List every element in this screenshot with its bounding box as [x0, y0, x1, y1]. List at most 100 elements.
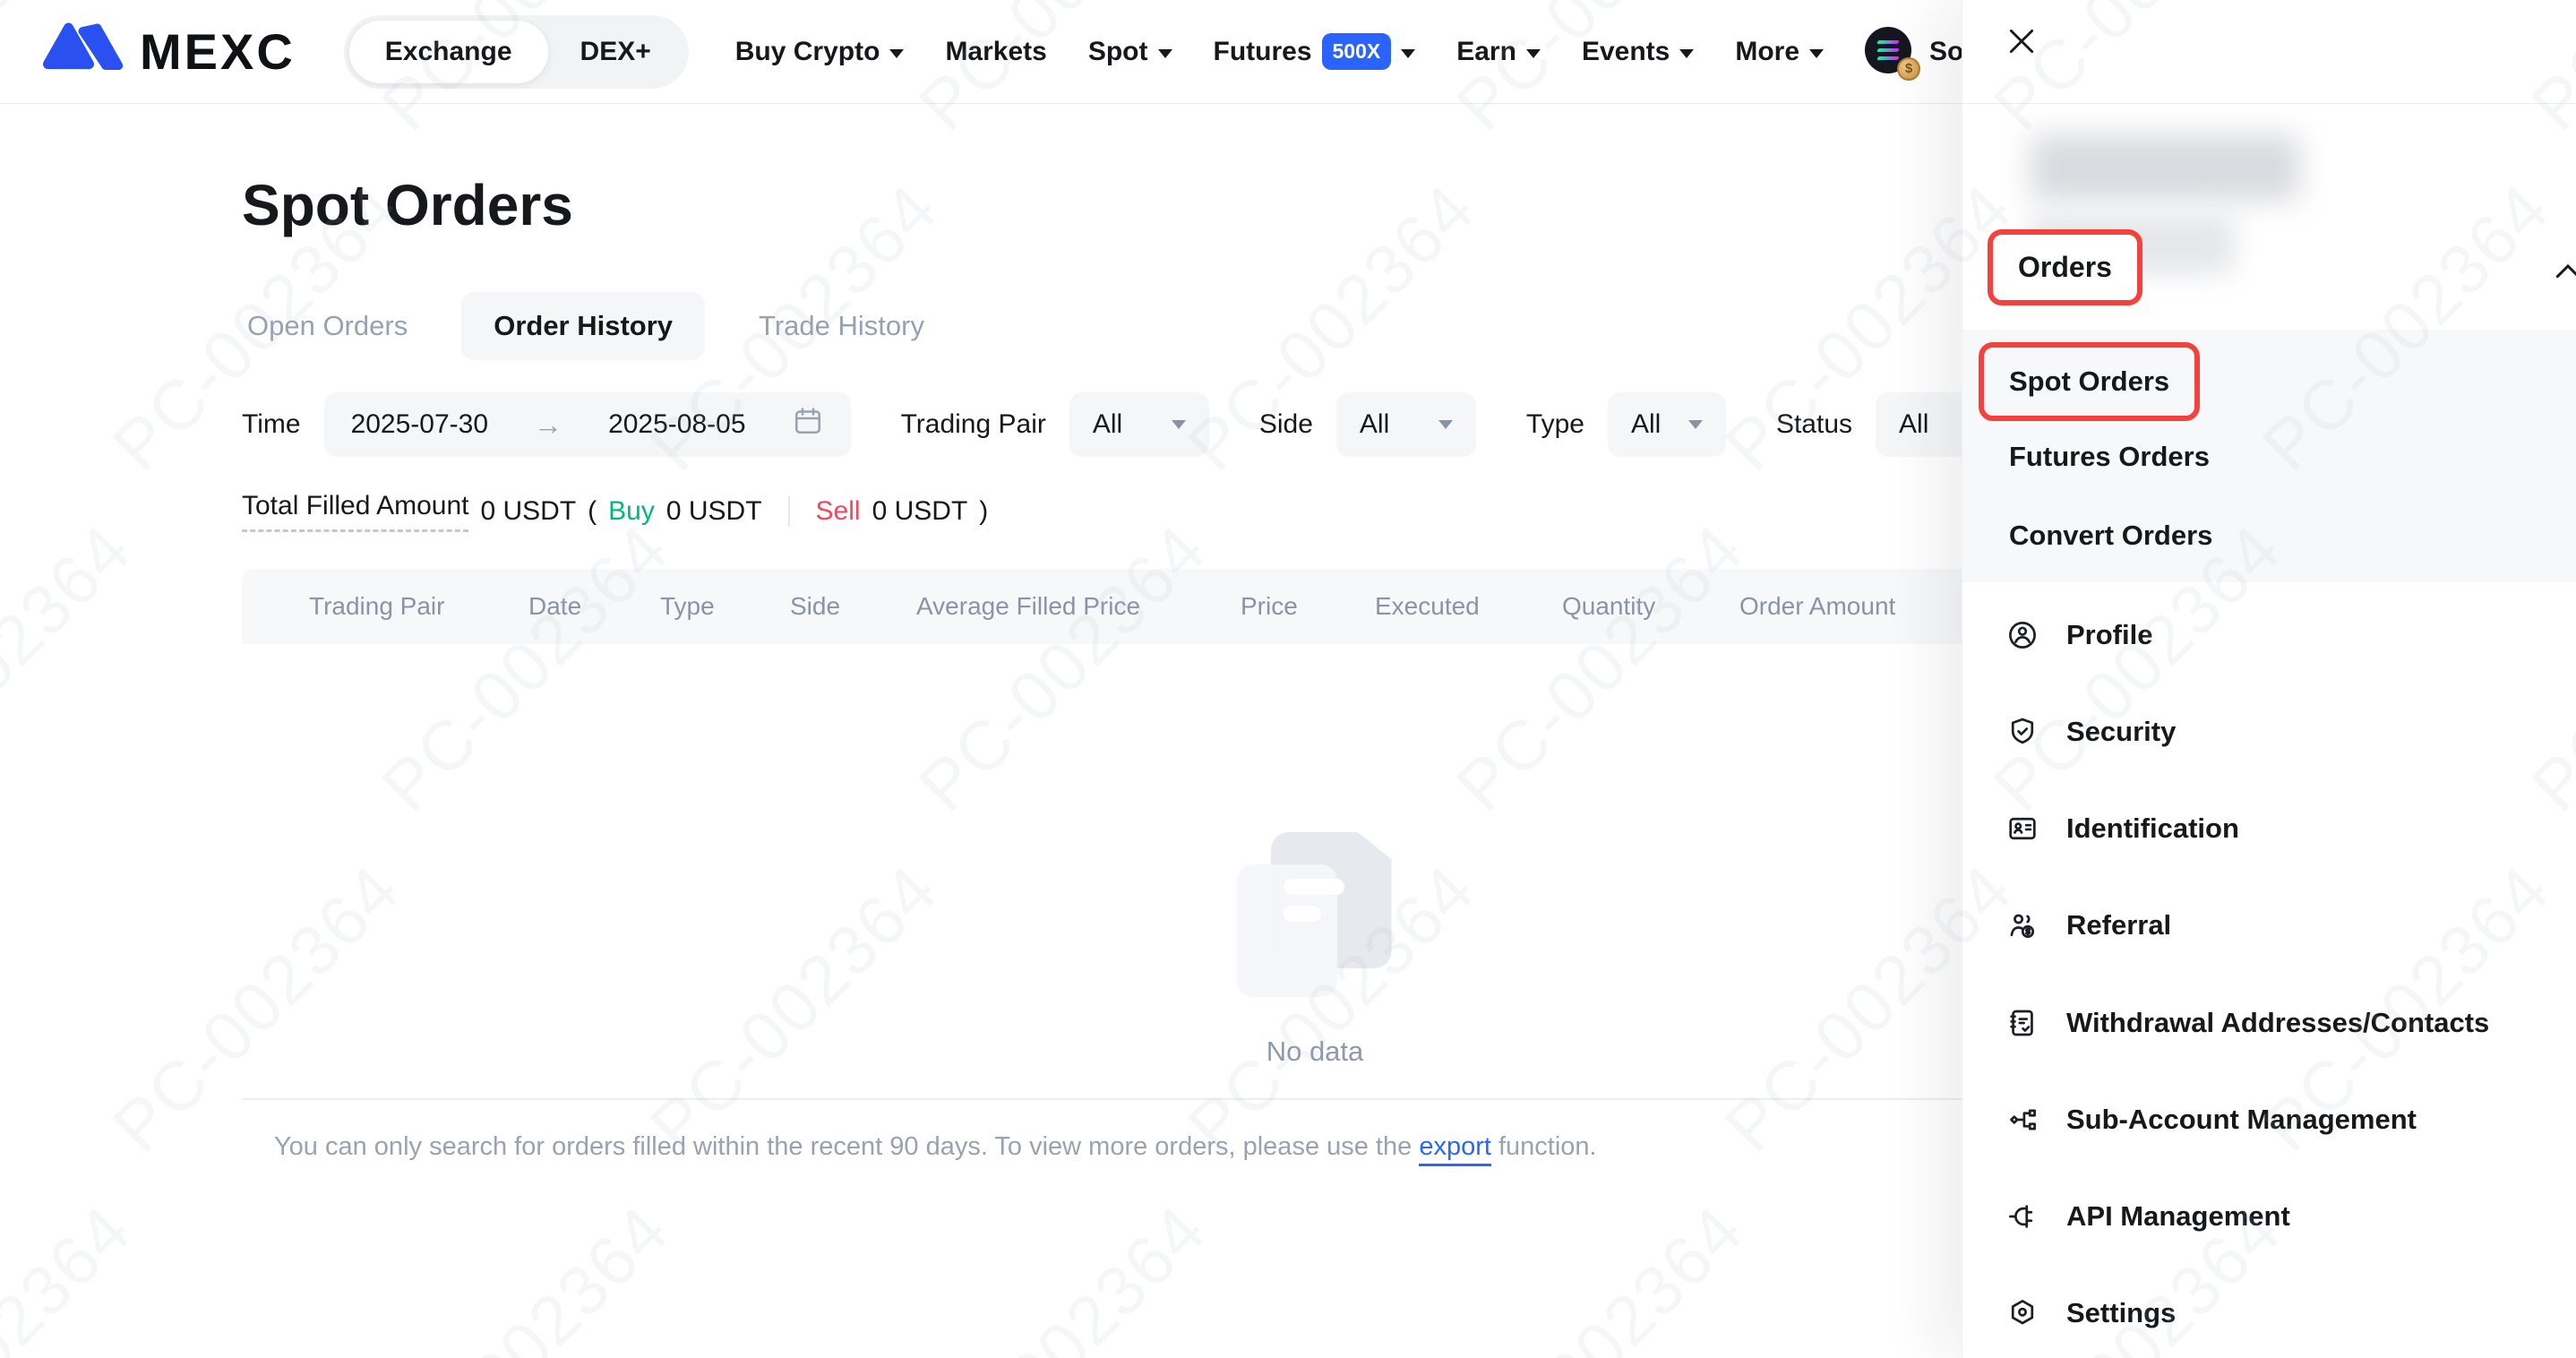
mexc-logo-text: MEXC [140, 22, 296, 81]
caret-down-icon [889, 49, 904, 58]
drawer-item-label: API Management [2066, 1200, 2290, 1233]
caret-down-icon [1401, 49, 1415, 58]
nav-item-events[interactable]: Events [1582, 37, 1694, 67]
trading-pair-select[interactable]: All [1069, 392, 1209, 457]
nav-item-buy-crypto[interactable]: Buy Crypto [735, 37, 905, 67]
type-value: All [1631, 409, 1661, 440]
nav-menu: Buy Crypto Markets Spot Futures 500X Ear… [735, 33, 1824, 70]
drawer-item-label: Settings [2066, 1297, 2176, 1329]
tab-open-orders[interactable]: Open Orders [242, 292, 413, 360]
nav-item-label: Futures [1214, 37, 1312, 67]
caret-down-icon [1438, 420, 1453, 429]
export-link[interactable]: export [1419, 1132, 1491, 1166]
caret-down-icon [1679, 49, 1694, 58]
calendar-icon [792, 405, 824, 444]
account-drawer: Orders Spot Orders Futures Orders Conver… [1962, 0, 2576, 1358]
profile-icon [2005, 618, 2039, 652]
drawer-item-referral[interactable]: Referral [2005, 908, 2171, 942]
nav-item-label: Spot [1088, 37, 1148, 67]
col-order-amount: Order Amount [1739, 569, 1895, 644]
date-from-value[interactable]: 2025-07-30 [351, 409, 488, 440]
nav-item-more[interactable]: More [1735, 37, 1824, 67]
close-paren: ) [979, 496, 988, 527]
type-select[interactable]: All [1608, 392, 1726, 457]
api-plug-icon [2005, 1199, 2039, 1233]
settings-gear-icon [2005, 1296, 2039, 1330]
toggle-exchange[interactable]: Exchange [349, 21, 548, 83]
col-average-filled-price: Average Filled Price [916, 569, 1140, 644]
shield-check-icon [2005, 715, 2039, 749]
date-to-value[interactable]: 2025-08-05 [608, 409, 745, 440]
filters-row: Time 2025-07-30 → 2025-08-05 Trading Pai… [242, 392, 2069, 457]
caret-down-icon [1158, 49, 1172, 58]
chevron-up-icon[interactable] [2550, 253, 2576, 293]
caret-down-icon [1526, 49, 1541, 58]
order-tabs: Open Orders Order History Trade History [242, 292, 930, 360]
total-filled-amount-label: Total Filled Amount [242, 491, 468, 532]
exchange-dex-toggle: Exchange DEX+ [344, 15, 689, 89]
col-executed: Executed [1375, 569, 1480, 644]
nav-item-label: More [1735, 37, 1799, 67]
nav-item-spot[interactable]: Spot [1088, 37, 1172, 67]
tab-trade-history[interactable]: Trade History [753, 292, 930, 360]
date-range-picker[interactable]: 2025-07-30 → 2025-08-05 [324, 392, 851, 457]
drawer-item-label: Sub-Account Management [2066, 1104, 2417, 1136]
coin-icon: $ [1897, 57, 1920, 81]
nav-item-label: Events [1582, 37, 1670, 67]
no-data-icon [1237, 832, 1394, 998]
submenu-futures-orders[interactable]: Futures Orders [2009, 441, 2210, 473]
drawer-item-identification[interactable]: Identification [2005, 812, 2239, 846]
blurred-user-info [2031, 134, 2299, 201]
leverage-badge: 500X [1322, 33, 1392, 70]
total-filled-amount-value: 0 USDT [480, 496, 576, 527]
orders-section-annotated[interactable]: Orders [1988, 229, 2142, 305]
drawer-item-settings[interactable]: Settings [2005, 1296, 2176, 1330]
drawer-item-label: Withdrawal Addresses/Contacts [2066, 1007, 2489, 1039]
col-quantity: Quantity [1562, 569, 1655, 644]
nav-item-earn[interactable]: Earn [1456, 37, 1541, 67]
caret-down-icon [1809, 49, 1824, 58]
submenu-spot-orders-annotated[interactable]: Spot Orders [1979, 342, 2200, 421]
col-type: Type [660, 569, 715, 644]
mexc-logo-icon [43, 18, 125, 85]
mexc-logo[interactable]: MEXC [43, 18, 296, 85]
tab-order-history[interactable]: Order History [461, 292, 705, 360]
nav-item-label: Earn [1456, 37, 1516, 67]
nav-item-label: Markets [945, 37, 1046, 67]
arrow-right-icon: → [534, 408, 562, 442]
footer-text-before: You can only search for orders filled wi… [274, 1132, 1419, 1161]
divider [1962, 103, 2576, 104]
drawer-item-sub-account-management[interactable]: Sub-Account Management [2005, 1103, 2417, 1137]
page-title: Spot Orders [242, 172, 573, 238]
divider [788, 496, 790, 527]
type-label: Type [1526, 409, 1584, 440]
trading-pair-label: Trading Pair [901, 409, 1046, 440]
side-value: All [1360, 409, 1389, 440]
close-icon[interactable] [2004, 23, 2039, 64]
drawer-item-profile[interactable]: Profile [2005, 618, 2152, 652]
drawer-item-security[interactable]: Security [2005, 715, 2176, 749]
filled-amount-summary: Total Filled Amount 0 USDT ( Buy 0 USDT … [242, 491, 988, 532]
sell-value: 0 USDT [872, 496, 968, 527]
nav-item-futures[interactable]: Futures 500X [1214, 33, 1416, 70]
sub-account-icon [2005, 1103, 2039, 1137]
orders-section-label: Orders [2018, 251, 2112, 283]
referral-icon [2005, 908, 2039, 942]
submenu-convert-orders[interactable]: Convert Orders [2009, 520, 2212, 552]
drawer-item-label: Profile [2066, 619, 2152, 651]
address-book-icon [2005, 1006, 2039, 1040]
side-label: Side [1259, 409, 1313, 440]
nav-item-markets[interactable]: Markets [945, 37, 1046, 67]
open-paren: ( [588, 496, 597, 527]
drawer-item-withdrawal-addresses[interactable]: Withdrawal Addresses/Contacts [2005, 1006, 2489, 1040]
buy-value: 0 USDT [666, 496, 762, 527]
side-select[interactable]: All [1336, 392, 1476, 457]
drawer-item-label: Identification [2066, 812, 2239, 845]
submenu-spot-orders-label: Spot Orders [2009, 365, 2169, 397]
drawer-item-api-management[interactable]: API Management [2005, 1199, 2290, 1233]
nav-item-label: Buy Crypto [735, 37, 880, 67]
col-side: Side [790, 569, 840, 644]
caret-down-icon [1688, 420, 1703, 429]
toggle-dex[interactable]: DEX+ [548, 37, 683, 67]
status-value: All [1899, 409, 1928, 440]
